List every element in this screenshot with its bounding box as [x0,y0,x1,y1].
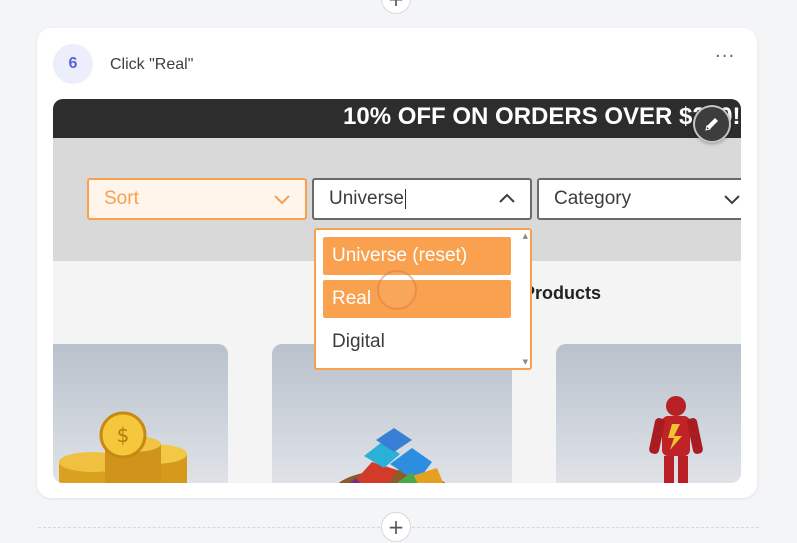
add-step-button-top[interactable]: + [381,0,411,14]
click-indicator [377,270,417,310]
option-universe-reset[interactable]: Universe (reset) [323,237,511,275]
pencil-icon [705,118,718,131]
step-number-badge: 6 [53,44,93,84]
universe-dropdown[interactable]: Universe [312,178,532,220]
universe-dropdown-menu: Universe (reset) Real Digital ▲ ▼ [314,228,532,370]
edit-button[interactable] [693,105,731,143]
product-card-gold-coins[interactable]: $ [53,344,228,483]
universe-value: Universe [329,188,404,209]
chevron-down-icon [274,195,290,205]
sort-dropdown[interactable]: Sort [87,178,307,220]
text-cursor [404,189,406,209]
svg-text:$: $ [117,423,130,447]
add-label: + [387,515,405,539]
gold-coins-image: $ [59,411,187,483]
chevron-down-icon [724,195,740,205]
add-label: + [388,0,405,9]
step-card: 6 Click "Real" ··· 10% OFF ON ORDERS OVE… [37,28,757,498]
category-dropdown[interactable]: Category [537,178,741,220]
option-digital[interactable]: Digital [323,323,511,361]
option-real[interactable]: Real [323,280,511,318]
step-screenshot: 10% OFF ON ORDERS OVER $200! Sort Univer… [53,99,741,483]
product-card-flash-figure[interactable] [556,344,741,483]
sort-label: Sort [104,188,139,209]
scroll-up-arrow-icon[interactable]: ▲ [523,232,528,240]
step-title: Click "Real" [110,56,194,73]
promo-text: 10% OFF ON ORDERS OVER $200! [343,103,741,130]
products-heading: Products [523,283,602,303]
flash-figure-image [649,396,703,483]
add-step-button-bottom[interactable]: + [381,512,411,542]
more-options-button[interactable]: ··· [715,46,735,67]
promo-banner: 10% OFF ON ORDERS OVER $200! [53,99,741,138]
category-label: Category [554,188,632,209]
scroll-down-arrow-icon[interactable]: ▼ [523,358,528,366]
chevron-up-icon [499,193,515,203]
